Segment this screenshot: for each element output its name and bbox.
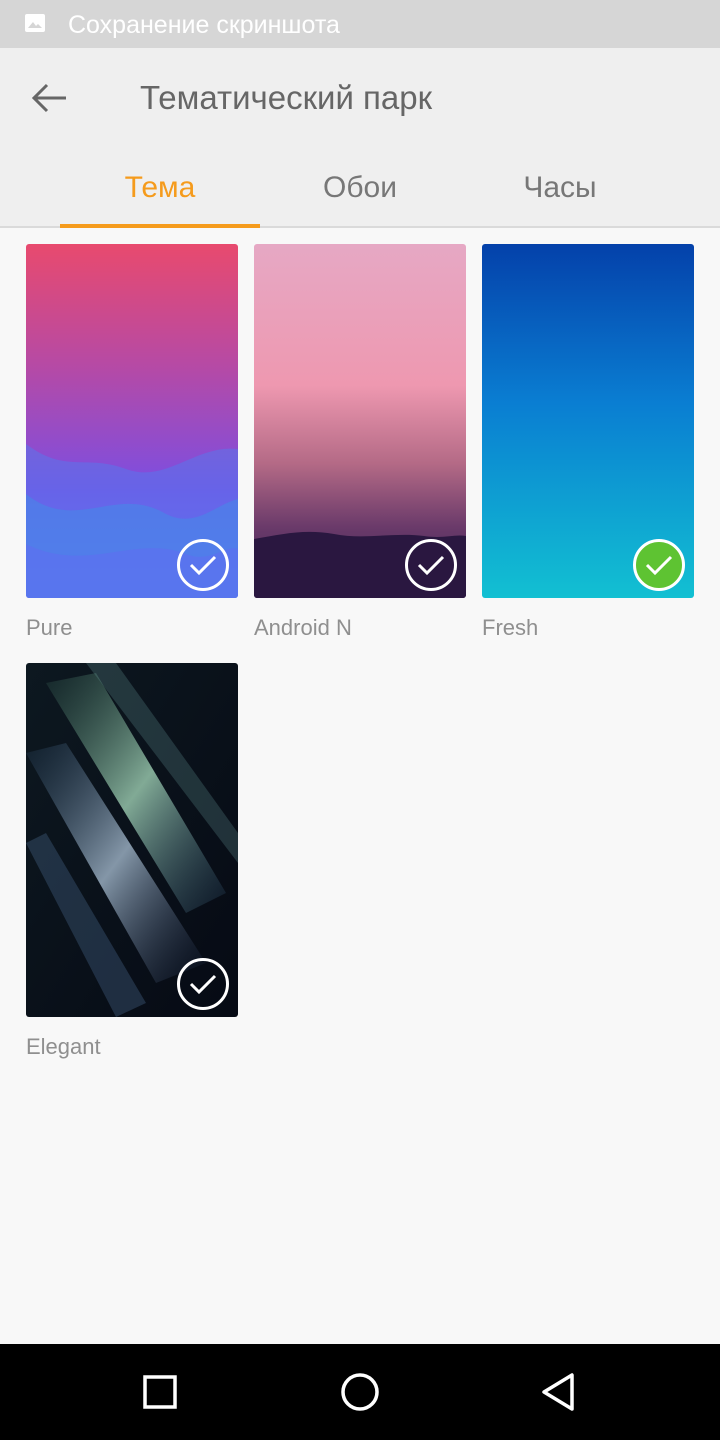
status-notification-text: Сохранение скриншота [68,11,340,39]
tab-wallpapers[interactable]: Обои [260,168,460,228]
theme-name: Fresh [482,615,539,640]
theme-card-pure[interactable]: Pure [26,244,238,642]
theme-name: Android N [254,615,352,640]
check-circle-icon [177,958,229,1010]
image-icon [25,14,45,32]
circle-icon [341,1373,379,1411]
check-circle-filled-icon [633,539,685,591]
home-button[interactable] [332,1364,388,1420]
check-circle-icon [405,539,457,591]
square-icon [143,1375,177,1409]
active-tab-indicator [60,224,260,228]
app-bar: Тематический парк Тема Обои Часы [0,48,720,228]
tab-theme[interactable]: Тема [60,168,260,228]
triangle-back-icon [542,1373,574,1411]
theme-thumbnail [254,244,466,598]
check-circle-icon [177,539,229,591]
page-title: Тематический парк [140,79,433,116]
theme-card-elegant[interactable]: Elegant [26,663,238,1061]
theme-thumbnail [482,244,694,598]
navigation-bar [0,1344,720,1440]
theme-thumbnail [26,244,238,598]
theme-name: Pure [26,615,73,640]
theme-thumbnail [26,663,238,1017]
recents-button[interactable] [132,1364,188,1420]
theme-card-android-n[interactable]: Android N [254,244,466,642]
back-button[interactable] [22,74,76,122]
nav-back-button[interactable] [532,1364,588,1420]
arrow-left-icon [31,83,66,113]
status-bar: Сохранение скриншота [0,0,720,48]
theme-card-fresh[interactable]: Fresh [482,244,694,642]
tab-clocks[interactable]: Часы [460,168,660,228]
theme-name: Elegant [26,1034,101,1059]
